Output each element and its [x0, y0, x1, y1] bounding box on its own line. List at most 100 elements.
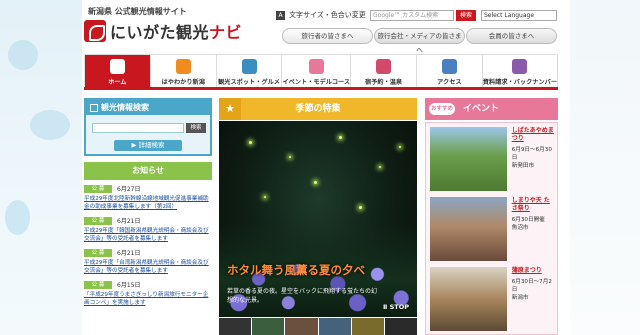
- splash-decoration: [30, 110, 70, 140]
- firefly-decoration: [289, 156, 291, 158]
- notice-meta: 公 募 6月21日: [84, 248, 212, 257]
- audience-members-button[interactable]: 会員の皆さまへ: [466, 28, 557, 44]
- event-info: 蒲原まつり 6月30日〜7月2日 新潟市: [512, 267, 555, 331]
- audience-tabs: 旅行者の皆さまへ 旅行会社・メディアの皆さまへ 会員の皆さまへ: [282, 28, 558, 54]
- slideshow-stop-button[interactable]: Ⅱ STOP: [383, 303, 409, 311]
- audience-travelers-button[interactable]: 旅行者の皆さまへ: [282, 28, 373, 44]
- nav-label: アクセス: [437, 79, 462, 86]
- event-name[interactable]: 蒲原まつり: [512, 267, 555, 275]
- notice-date: 6月15日: [117, 282, 141, 289]
- language-select[interactable]: Select Language: [481, 10, 557, 21]
- event-place: 魚沼市: [511, 225, 529, 231]
- site-logo[interactable]: にいがた観光ナビ: [84, 19, 242, 43]
- event-card[interactable]: 蒲原まつり 6月30日〜7月2日 新潟市: [430, 267, 555, 331]
- font-size-toggle[interactable]: A 文字サイズ・色合い変更: [276, 10, 366, 20]
- thumbnail[interactable]: [384, 318, 418, 335]
- nav-lodging[interactable]: 宿予約・温泉: [351, 54, 417, 87]
- font-size-icon: A: [276, 10, 285, 20]
- notice-date: 6月21日: [117, 218, 141, 225]
- event-heading: おすすめ イベント: [425, 98, 558, 120]
- notice-meta: 公 募 6月27日: [84, 184, 212, 193]
- site-search-button[interactable]: 検索: [456, 10, 476, 21]
- list-item: 公 募 6月21日 平成29年度「台湾新潟県観光説明会・商談会及び交流会」等の受…: [84, 248, 212, 275]
- feature-slideshow[interactable]: ホタル舞う風薫る夏の夕べ 若草の香る夏の夜。星空をバックに飛翔する蛍たちの幻想的…: [219, 121, 417, 317]
- event-title: イベント: [463, 104, 500, 114]
- tourism-search-button[interactable]: 検索: [186, 123, 206, 133]
- global-nav: ホーム はやわかり新潟 観光スポット・グルメ イベント・モデルコース 宿予約・温…: [84, 54, 559, 90]
- event-photo: [430, 267, 507, 331]
- event-card[interactable]: しまりや天 たさ祭り 6月30日開催 魚沼市: [430, 197, 555, 261]
- season-feature-heading: ★ 季節の特集: [219, 98, 417, 120]
- home-icon: [109, 59, 125, 74]
- event-card[interactable]: しばたあやめまつり 6月9日〜6月30日 新発田市: [430, 127, 555, 191]
- font-size-label: 文字サイズ・色合い変更: [289, 11, 366, 19]
- list-item: 公 募 6月27日 平成29年度北陸新幹線沿線地域観光促進事業補助金の助成事業を…: [84, 184, 212, 211]
- firefly-decoration: [399, 146, 401, 148]
- event-list: しばたあやめまつり 6月9日〜6月30日 新発田市 しまりや天 たさ祭り 6月3…: [425, 122, 558, 335]
- event-photo: [430, 197, 507, 261]
- category-badge: 公 募: [84, 184, 112, 193]
- nav-label: 資料請求・バックナンバー: [482, 79, 558, 86]
- nav-label: イベント・モデルコース: [282, 79, 351, 86]
- site-search-input[interactable]: Google™ カスタム検索: [370, 10, 454, 21]
- notice-date: 6月27日: [117, 186, 141, 193]
- logo-text: にいがた観光ナビ: [110, 19, 242, 43]
- nav-label: はやわかり新潟: [161, 79, 205, 86]
- right-decoration: [570, 0, 640, 335]
- search-icon: [90, 103, 98, 112]
- detail-search-button[interactable]: ▶ 詳細検索: [114, 140, 182, 151]
- nav-label: 宿予約・温泉: [364, 79, 403, 86]
- event-date: 6月30日開催: [511, 217, 545, 223]
- firefly-decoration: [379, 166, 381, 168]
- event-place: 新潟市: [511, 295, 529, 301]
- search-panel-title: 観光情報検索: [86, 100, 210, 115]
- logo-accent: ナビ: [209, 23, 243, 42]
- notice-link[interactable]: 平成29年度「韓国新潟県観光説明会・商談会及び交流会」等の受託者を募集します: [84, 227, 212, 243]
- search-panel-title-text: 観光情報検索: [101, 103, 149, 112]
- category-badge: 公 募: [84, 248, 112, 257]
- event-info: しまりや天 たさ祭り 6月30日開催 魚沼市: [512, 197, 555, 261]
- notice-link[interactable]: 「平成29年度うまさぎっしり新潟旅行モニター企画コンペ」を実施します: [84, 291, 212, 307]
- event-place: 新発田市: [511, 163, 535, 169]
- notice-date: 6月21日: [117, 250, 141, 257]
- nav-brochures[interactable]: 資料請求・バックナンバー: [482, 54, 559, 87]
- thumbnail[interactable]: [285, 318, 318, 335]
- nav-overview[interactable]: はやわかり新潟: [150, 54, 217, 87]
- feature-thumbnails: [219, 318, 418, 335]
- niigata-logo-icon: [84, 20, 106, 42]
- train-icon: [441, 59, 457, 74]
- event-date: 6月30日〜7月2日: [511, 279, 552, 293]
- event-name[interactable]: しばたあやめまつり: [512, 127, 555, 143]
- nav-access[interactable]: アクセス: [416, 54, 483, 87]
- tourism-search-input[interactable]: [92, 123, 184, 133]
- thumbnail[interactable]: [252, 318, 285, 335]
- event-name[interactable]: しまりや天 たさ祭り: [512, 197, 555, 213]
- nav-spots[interactable]: 観光スポット・グルメ: [216, 54, 283, 87]
- season-title: 季節の特集: [295, 104, 341, 114]
- map-icon: [175, 59, 191, 74]
- notices-list: 公 募 6月27日 平成29年度北陸新幹線沿線地域観光促進事業補助金の助成事業を…: [84, 184, 212, 312]
- feature-description: 若草の香る夏の夜。星空をバックに飛翔する蛍たちの幻想的な光景。: [227, 288, 378, 304]
- spot-icon: [241, 59, 257, 74]
- event-date: 6月9日〜6月30日: [511, 147, 552, 161]
- onsen-icon: [376, 59, 392, 74]
- thumbnail[interactable]: [318, 318, 351, 335]
- nav-events[interactable]: イベント・モデルコース: [282, 54, 352, 87]
- thumbnail[interactable]: [219, 318, 252, 335]
- left-decoration: [0, 0, 82, 335]
- firefly-decoration: [249, 141, 252, 144]
- audience-agencies-button[interactable]: 旅行会社・メディアの皆さまへ: [374, 28, 465, 54]
- thumbnail[interactable]: [351, 318, 384, 335]
- firefly-decoration: [264, 196, 266, 198]
- notice-link[interactable]: 平成29年度北陸新幹線沿線地域観光促進事業補助金の助成事業を募集します（第2回）: [84, 195, 212, 211]
- notice-link[interactable]: 平成29年度「台湾新潟県観光説明会・商談会及び交流会」等の受託者を募集します: [84, 259, 212, 275]
- notice-meta: 公 募 6月21日: [84, 216, 212, 225]
- list-item: 公 募 6月15日 「平成29年度うまさぎっしり新潟旅行モニター企画コンペ」を実…: [84, 280, 212, 307]
- nav-home[interactable]: ホーム: [84, 54, 151, 87]
- logo-subtitle: 新潟県 公式観光情報サイト: [88, 7, 187, 16]
- category-badge: 公 募: [84, 216, 112, 225]
- logo-main: にいがた観光: [110, 23, 210, 42]
- firefly-decoration: [339, 136, 342, 139]
- book-icon: [512, 59, 528, 74]
- event-info: しばたあやめまつり 6月9日〜6月30日 新発田市: [512, 127, 555, 191]
